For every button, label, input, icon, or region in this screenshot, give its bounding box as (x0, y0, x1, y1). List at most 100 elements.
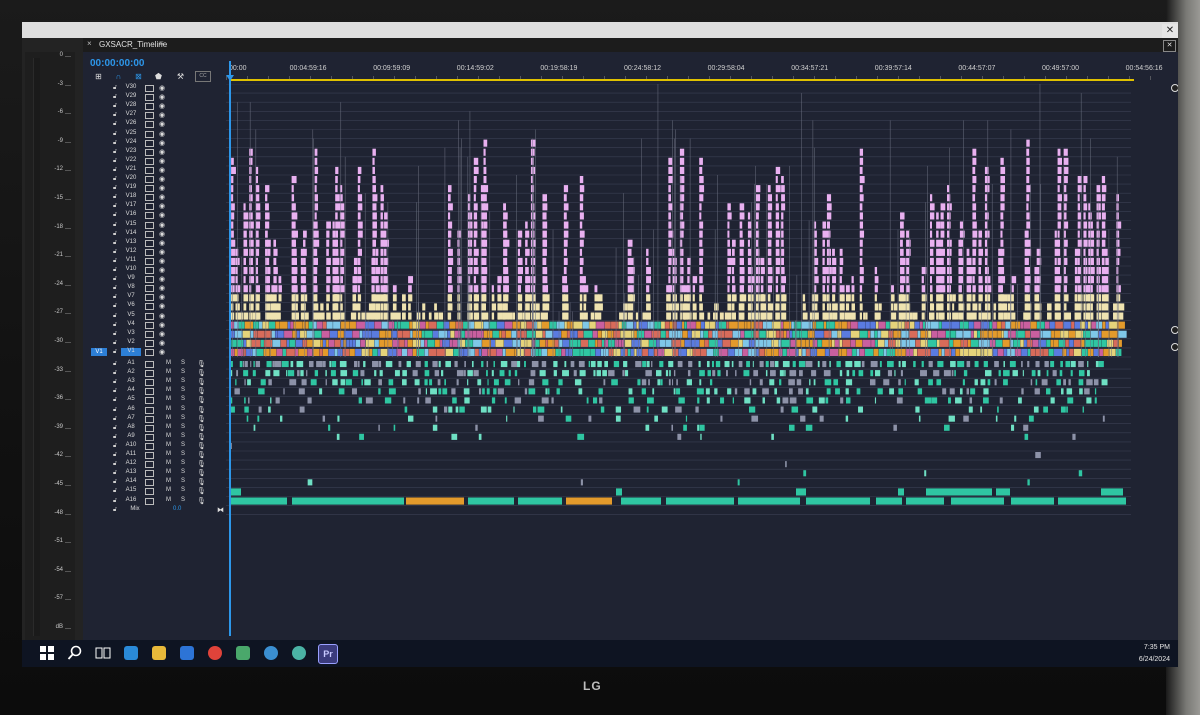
video-clip[interactable] (649, 339, 656, 347)
video-clip[interactable] (972, 267, 976, 275)
audio-clip[interactable] (338, 388, 345, 395)
audio-clip[interactable] (1024, 433, 1029, 440)
video-clip[interactable] (457, 267, 462, 275)
video-clip[interactable] (781, 267, 785, 275)
music-clip[interactable] (996, 488, 1010, 496)
audio-clip[interactable] (1094, 388, 1097, 395)
sync-lock-icon[interactable] (145, 497, 154, 505)
video-clip[interactable] (380, 194, 384, 202)
video-track-header[interactable]: 🔓︎ V7 ◉ (83, 293, 226, 302)
video-clip[interactable] (699, 294, 703, 302)
video-clip[interactable] (679, 185, 685, 193)
audio-clip[interactable] (463, 388, 470, 395)
video-clip[interactable] (920, 330, 928, 338)
video-clip[interactable] (679, 257, 684, 265)
video-clip[interactable] (823, 321, 827, 329)
video-clip[interactable] (732, 248, 735, 256)
video-clip[interactable] (308, 321, 314, 329)
track-lock-icon[interactable]: 🔓︎ (113, 379, 117, 386)
video-clip[interactable] (1101, 194, 1106, 202)
video-clip[interactable] (822, 303, 825, 311)
video-clip[interactable] (483, 239, 488, 247)
video-clip[interactable] (384, 312, 387, 320)
video-clip[interactable] (668, 239, 672, 247)
audio-clip[interactable] (672, 379, 674, 386)
audio-clip[interactable] (1035, 452, 1041, 459)
video-clip[interactable] (692, 348, 701, 356)
video-clip[interactable] (906, 239, 911, 247)
video-clip[interactable] (563, 194, 567, 202)
video-clip[interactable] (677, 330, 683, 338)
video-clip[interactable] (480, 221, 484, 229)
video-clip[interactable] (1024, 267, 1029, 275)
sync-lock-icon[interactable] (145, 248, 154, 256)
audio-clip[interactable] (738, 361, 743, 368)
video-clip[interactable] (545, 339, 548, 347)
audio-clip[interactable] (352, 370, 359, 377)
video-clip[interactable] (374, 321, 382, 329)
audio-clip[interactable] (539, 370, 546, 377)
video-clip[interactable] (490, 339, 496, 347)
audio-track-header[interactable]: 🔓︎ A5 M S 🎙︎ (83, 396, 226, 405)
video-clip[interactable] (483, 321, 489, 329)
video-clip[interactable] (1054, 230, 1057, 238)
video-clip[interactable] (1040, 330, 1043, 338)
video-clip[interactable] (947, 303, 951, 311)
audio-clip[interactable] (665, 370, 669, 377)
audio-clip[interactable] (924, 397, 932, 404)
audio-clip[interactable] (782, 361, 790, 368)
video-clip[interactable] (545, 303, 550, 311)
audio-clip[interactable] (491, 370, 494, 377)
audio-clip[interactable] (378, 379, 382, 386)
video-clip[interactable] (595, 339, 598, 347)
audio-clip[interactable] (404, 406, 408, 413)
video-clip[interactable] (863, 312, 866, 320)
video-clip[interactable] (300, 257, 303, 265)
video-clip[interactable] (249, 194, 253, 202)
video-clip[interactable] (268, 321, 276, 329)
video-clip[interactable] (906, 276, 909, 284)
video-clip[interactable] (525, 267, 528, 275)
video-clip[interactable] (891, 303, 894, 311)
audio-clip[interactable] (856, 388, 861, 395)
video-clip[interactable] (679, 157, 685, 165)
video-clip[interactable] (1093, 339, 1102, 347)
video-clip[interactable] (936, 257, 940, 265)
video-clip[interactable] (397, 330, 403, 338)
start-icon[interactable] (38, 644, 56, 662)
video-clip[interactable] (845, 294, 851, 302)
video-clip[interactable] (1063, 257, 1068, 265)
audio-clip[interactable] (800, 415, 806, 422)
audio-clip[interactable] (646, 406, 649, 413)
video-clip[interactable] (357, 294, 362, 302)
audio-clip[interactable] (243, 361, 245, 368)
sync-lock-icon[interactable] (145, 470, 154, 478)
video-clip[interactable] (781, 176, 784, 184)
video-clip[interactable] (646, 248, 649, 256)
video-clip[interactable] (929, 203, 935, 211)
music-clip[interactable] (348, 497, 404, 505)
video-clip[interactable] (483, 330, 488, 338)
audio-clip[interactable] (765, 361, 769, 368)
video-clip[interactable] (901, 303, 906, 311)
video-clip[interactable] (428, 348, 437, 356)
video-clip[interactable] (699, 166, 703, 174)
audio-clip[interactable] (374, 370, 377, 377)
video-clip[interactable] (747, 212, 751, 220)
audio-clip[interactable] (1067, 397, 1074, 404)
audio-track-header[interactable]: 🔓︎ A11 M S 🎙︎ (83, 451, 226, 460)
video-clip[interactable] (699, 339, 705, 347)
video-clip[interactable] (432, 330, 439, 338)
video-clip[interactable] (1101, 230, 1107, 238)
audio-clip[interactable] (243, 370, 249, 377)
track-lock-icon[interactable]: 🔓︎ (113, 407, 117, 414)
video-clip[interactable] (767, 248, 772, 256)
video-clip[interactable] (699, 203, 702, 211)
video-clip[interactable] (972, 294, 976, 302)
video-clip[interactable] (320, 339, 323, 347)
video-clip[interactable] (293, 267, 298, 275)
video-clip[interactable] (1008, 330, 1016, 338)
video-clip[interactable] (1011, 294, 1014, 302)
video-clip[interactable] (936, 339, 940, 347)
video-clip[interactable] (353, 312, 357, 320)
